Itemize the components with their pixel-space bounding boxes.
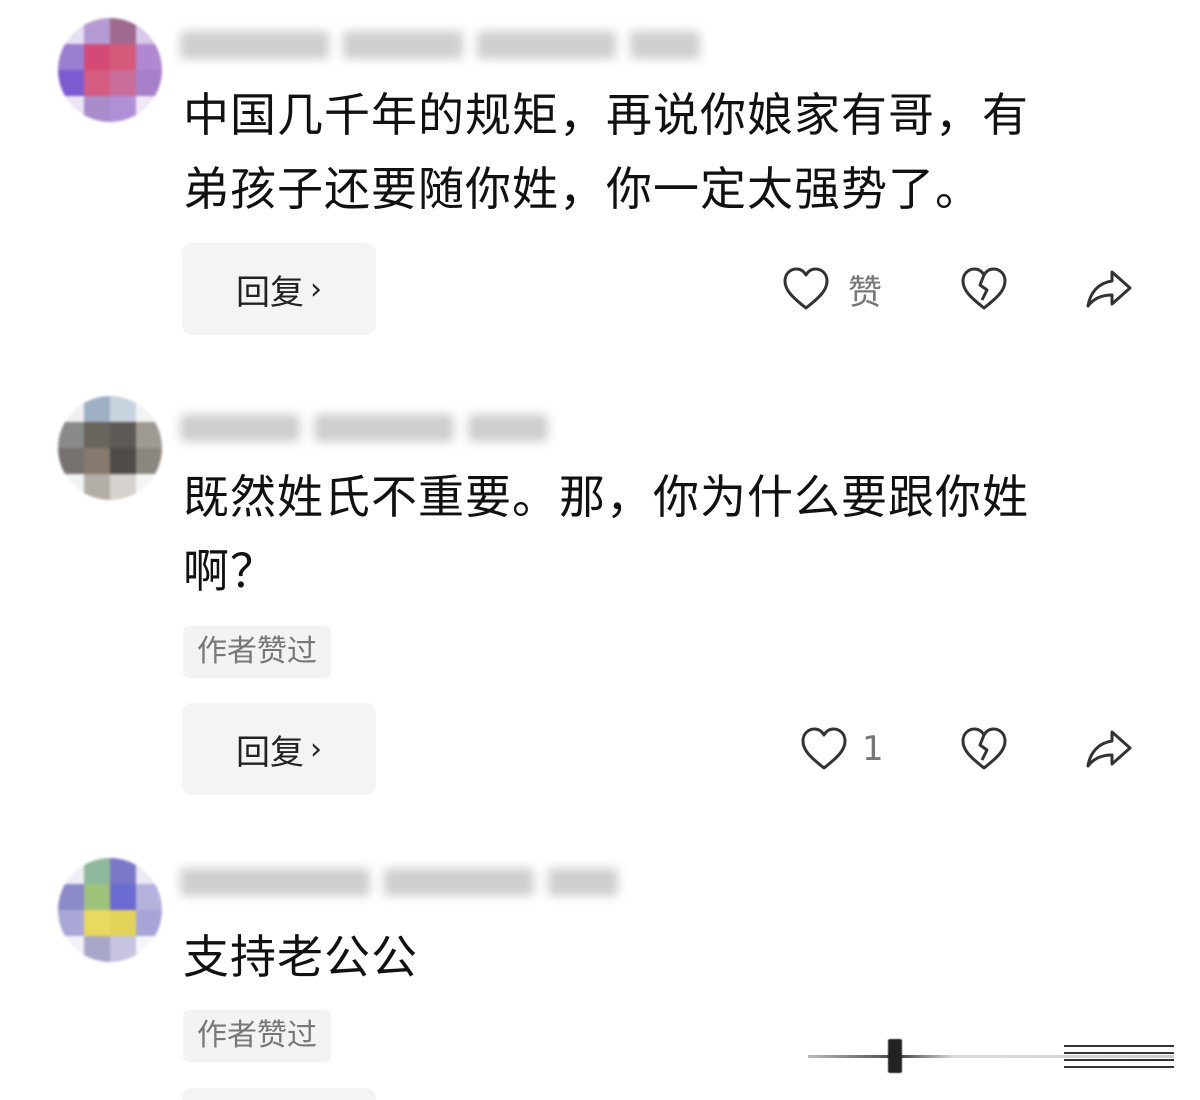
reply-button[interactable]: 回复 › xyxy=(182,243,376,335)
share-button[interactable] xyxy=(1084,243,1134,335)
username-blurred[interactable] xyxy=(180,408,700,448)
dislike-button[interactable] xyxy=(960,243,1008,335)
comment-text: 既然姓氏不重要。那，你为什么要跟你姓 啊？ xyxy=(183,470,1029,598)
reply-label: 回复 xyxy=(236,272,304,313)
avatar[interactable] xyxy=(58,18,162,122)
like-button[interactable]: 赞 xyxy=(782,243,882,335)
like-button[interactable]: 1 xyxy=(800,703,884,795)
chevron-right-icon: › xyxy=(310,271,322,307)
author-liked-badge: 作者赞过 xyxy=(183,626,331,678)
broken-heart-icon xyxy=(960,726,1008,772)
reply-label: 回复 xyxy=(236,732,304,773)
comment-actions: 1 xyxy=(760,703,1160,795)
share-arrow-icon xyxy=(1084,266,1134,312)
reply-button[interactable]: 回复 › xyxy=(182,703,376,795)
heart-outline-icon xyxy=(800,726,848,772)
chevron-right-icon: › xyxy=(310,731,322,767)
reply-button[interactable] xyxy=(182,1088,376,1100)
comment-text: 支持老公公 xyxy=(183,930,418,984)
share-button[interactable] xyxy=(1084,703,1134,795)
heart-outline-icon xyxy=(782,266,830,312)
username-blurred[interactable] xyxy=(180,862,700,902)
comment-actions: 赞 xyxy=(760,243,1160,335)
scroll-indicator xyxy=(808,1035,1174,1077)
author-liked-badge: 作者赞过 xyxy=(183,1010,331,1062)
like-label: 赞 xyxy=(848,272,882,313)
broken-heart-icon xyxy=(960,266,1008,312)
dislike-button[interactable] xyxy=(960,703,1008,795)
username-blurred[interactable] xyxy=(180,25,700,65)
comment-text: 中国几千年的规矩，再说你娘家有哥，有 弟孩子还要随你姓，你一定太强势了。 xyxy=(183,88,1029,216)
share-arrow-icon xyxy=(1084,726,1134,772)
like-count: 1 xyxy=(862,729,884,769)
avatar[interactable] xyxy=(58,858,162,962)
avatar[interactable] xyxy=(58,396,162,500)
